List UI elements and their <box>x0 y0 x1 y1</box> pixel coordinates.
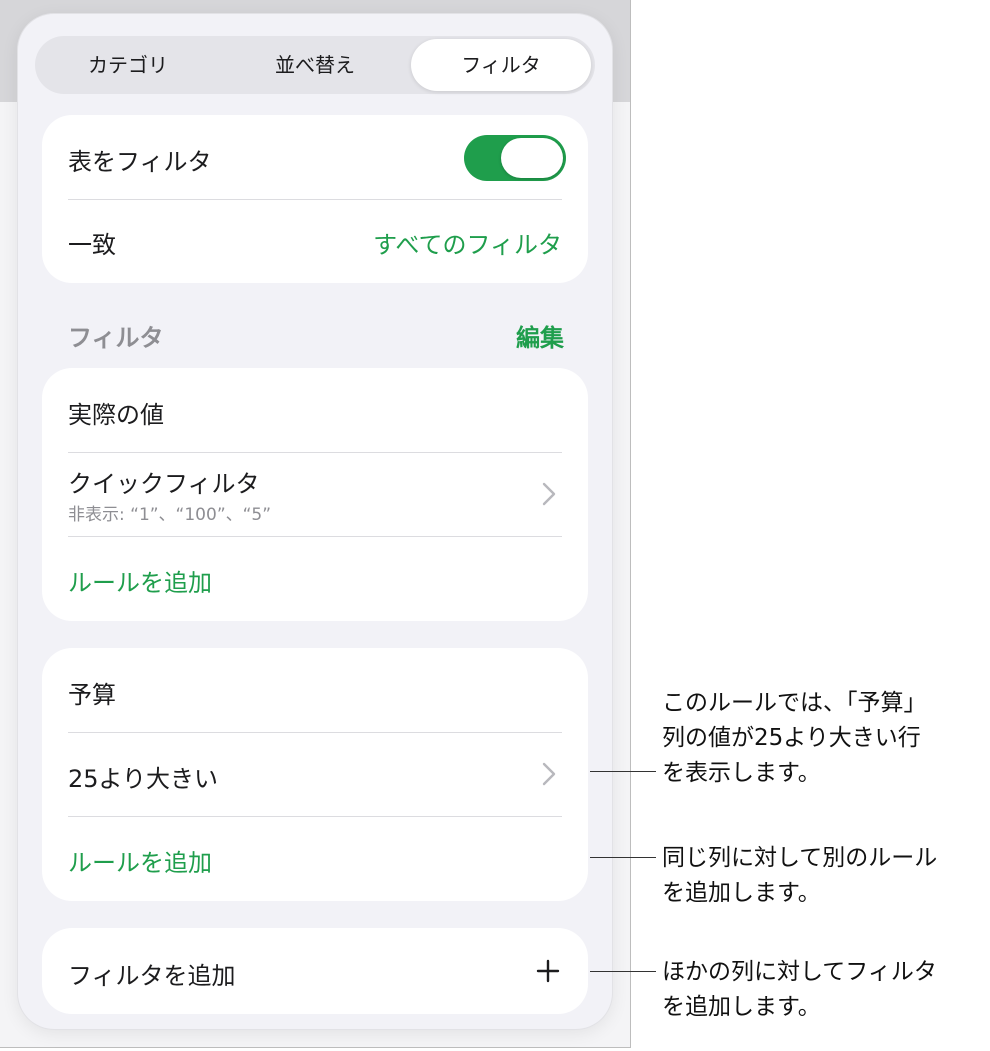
filter-column-name: 予算 <box>68 681 116 709</box>
filter-group-card: 実際の値 クイックフィルタ 非表示: “1”、“100”、“5” ルールを追加 <box>42 368 588 621</box>
callout-line: を追加します。 <box>662 880 821 906</box>
callout-line: 同じ列に対して別のルール <box>662 845 938 871</box>
callout-line: を表示します。 <box>662 760 821 786</box>
callout-rule-description: このルールでは、「予算」 列の値が25より大きい行 を表示します。 <box>662 686 927 791</box>
match-value[interactable]: すべてのフィルタ <box>373 225 562 260</box>
table-filter-toggle[interactable] <box>464 135 566 181</box>
callout-line: ほかの列に対してフィルタ <box>662 959 937 985</box>
table-filter-row: 表をフィルタ <box>68 135 566 181</box>
chevron-right-icon <box>542 762 556 786</box>
table-filter-card: 表をフィルタ 一致 すべてのフィルタ <box>42 115 588 283</box>
tab-category[interactable]: カテゴリ <box>35 36 221 94</box>
filter-column-name: 実際の値 <box>68 401 164 429</box>
add-rule-row[interactable]: ルールを追加 <box>68 816 562 901</box>
callout-add-filter: ほかの列に対してフィルタ を追加します。 <box>662 955 937 1025</box>
filter-column-row: 実際の値 <box>68 368 562 452</box>
chevron-right-icon <box>542 482 556 506</box>
callout-leader-line <box>590 771 656 772</box>
callout-add-rule: 同じ列に対して別のルール を追加します。 <box>662 841 937 911</box>
filter-rule-detail: 非表示: “1”、“100”、“5” <box>68 505 272 525</box>
callout-leader-line <box>590 971 656 972</box>
filter-rule-row[interactable]: 25より大きい <box>68 732 562 816</box>
tab-filter[interactable]: フィルタ <box>411 39 591 91</box>
match-label: 一致 <box>68 231 116 259</box>
add-rule-row[interactable]: ルールを追加 <box>68 536 562 621</box>
filter-rule-row[interactable]: クイックフィルタ 非表示: “1”、“100”、“5” <box>68 452 562 536</box>
add-rule-button[interactable]: ルールを追加 <box>68 563 212 598</box>
organize-popover: カテゴリ 並べ替え フィルタ 表をフィルタ 一致 すべてのフィルタ フィルタ 編… <box>18 14 612 1029</box>
add-filter-card[interactable]: フィルタを追加 <box>42 928 588 1014</box>
callout-line: このルールでは、「予算」 <box>662 690 927 716</box>
add-filter-label: フィルタを追加 <box>68 962 236 990</box>
callout-line: を追加します。 <box>662 994 821 1020</box>
callout-leader-line <box>590 857 656 858</box>
filter-group-card: 予算 25より大きい ルールを追加 <box>42 648 588 901</box>
filters-section-title: フィルタ <box>68 324 164 352</box>
filter-rule-label: 25より大きい <box>68 765 219 793</box>
table-filter-label: 表をフィルタ <box>68 148 212 176</box>
tab-sort[interactable]: 並べ替え <box>221 36 409 94</box>
match-row[interactable]: 一致 すべてのフィルタ <box>68 199 562 283</box>
filter-rule-label: クイックフィルタ <box>68 470 260 498</box>
add-rule-button[interactable]: ルールを追加 <box>68 843 212 878</box>
filters-section-header: フィルタ 編集 <box>68 318 564 352</box>
edit-button[interactable]: 編集 <box>516 318 564 353</box>
callout-line: 列の値が25より大きい行 <box>662 725 921 751</box>
add-filter-row[interactable]: フィルタを追加 <box>68 928 562 1014</box>
filter-column-row: 予算 <box>68 648 562 732</box>
toggle-knob <box>501 138 563 178</box>
plus-icon[interactable] <box>536 959 560 983</box>
segmented-control: カテゴリ 並べ替え フィルタ <box>35 36 595 94</box>
